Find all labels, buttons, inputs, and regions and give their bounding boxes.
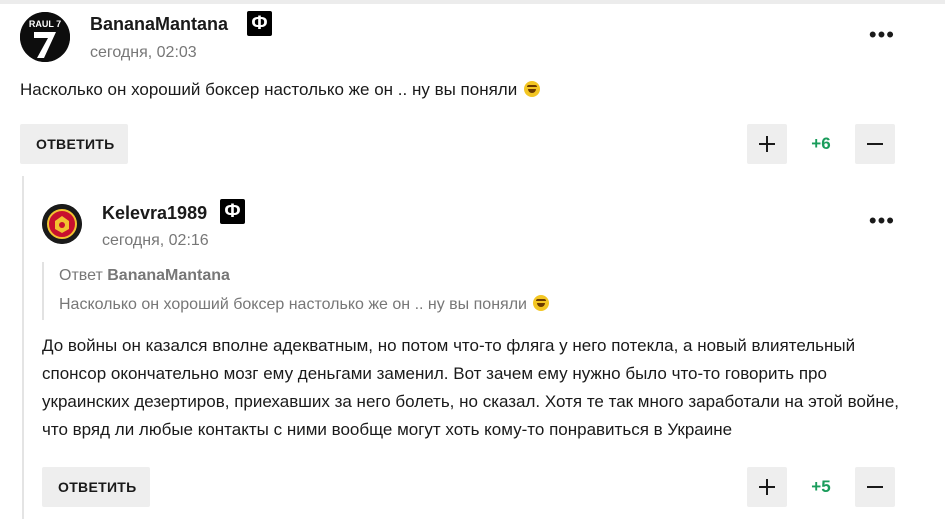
comment-score: +5 <box>811 477 831 496</box>
avatar[interactable]: RAUL 7 <box>20 12 70 62</box>
more-options-icon[interactable]: ••• <box>869 210 895 232</box>
comment-time: сегодня, 02:03 <box>90 44 197 61</box>
reply-button[interactable]: ОТВЕТИТЬ <box>20 124 128 164</box>
upvote-button[interactable] <box>747 467 787 507</box>
comment-text: Насколько он хороший боксер настолько же… <box>20 76 540 104</box>
quote-text-body: Насколько он хороший боксер настолько же… <box>59 296 527 313</box>
comment-score: +6 <box>811 134 831 153</box>
comment-time: сегодня, 02:16 <box>102 232 209 249</box>
grin-sweat-icon <box>523 81 540 97</box>
avatar-text: RAUL 7 <box>29 19 61 29</box>
fan-badge-icon: Ф <box>247 11 272 36</box>
comment-text: До войны он казался вполне адекватным, н… <box>42 336 899 439</box>
comment: RAUL 7 BananaMantana Ф сегодня, 02:03 ••… <box>20 8 925 164</box>
username[interactable]: Kelevra1989 <box>102 203 207 224</box>
quote-header: Ответ BananaMantana <box>59 262 642 290</box>
quoted-comment[interactable]: Ответ BananaMantana Насколько он хороший… <box>42 262 642 320</box>
comment-reply: Kelevra1989 Ф сегодня, 02:16 ••• Ответ B… <box>42 196 925 507</box>
upvote-button[interactable] <box>747 124 787 164</box>
more-options-icon[interactable]: ••• <box>869 24 895 46</box>
quote-author: BananaMantana <box>107 267 230 284</box>
comment-header: RAUL 7 BananaMantana Ф сегодня, 02:03 ••… <box>20 8 925 68</box>
comment-header: Kelevra1989 Ф сегодня, 02:16 ••• <box>42 196 925 256</box>
comment-actions: ОТВЕТИТЬ +5 <box>42 467 925 507</box>
username[interactable]: BananaMantana <box>90 14 228 35</box>
quote-text: Насколько он хороший боксер настолько же… <box>59 290 642 320</box>
top-divider <box>0 0 945 4</box>
avatar-club-crest-image <box>42 204 82 244</box>
avatar-raul7-image: RAUL 7 <box>20 12 70 62</box>
downvote-button[interactable] <box>855 124 895 164</box>
avatar[interactable] <box>42 204 82 244</box>
comment-text-body: Насколько он хороший боксер настолько же… <box>20 80 518 99</box>
quote-prefix: Ответ <box>59 267 103 284</box>
comment-actions: ОТВЕТИТЬ +6 <box>20 124 925 164</box>
downvote-button[interactable] <box>855 467 895 507</box>
reply-button[interactable]: ОТВЕТИТЬ <box>42 467 150 507</box>
fan-badge-icon: Ф <box>220 199 245 224</box>
reply-thread-line <box>22 176 24 519</box>
grin-sweat-icon <box>533 295 550 311</box>
